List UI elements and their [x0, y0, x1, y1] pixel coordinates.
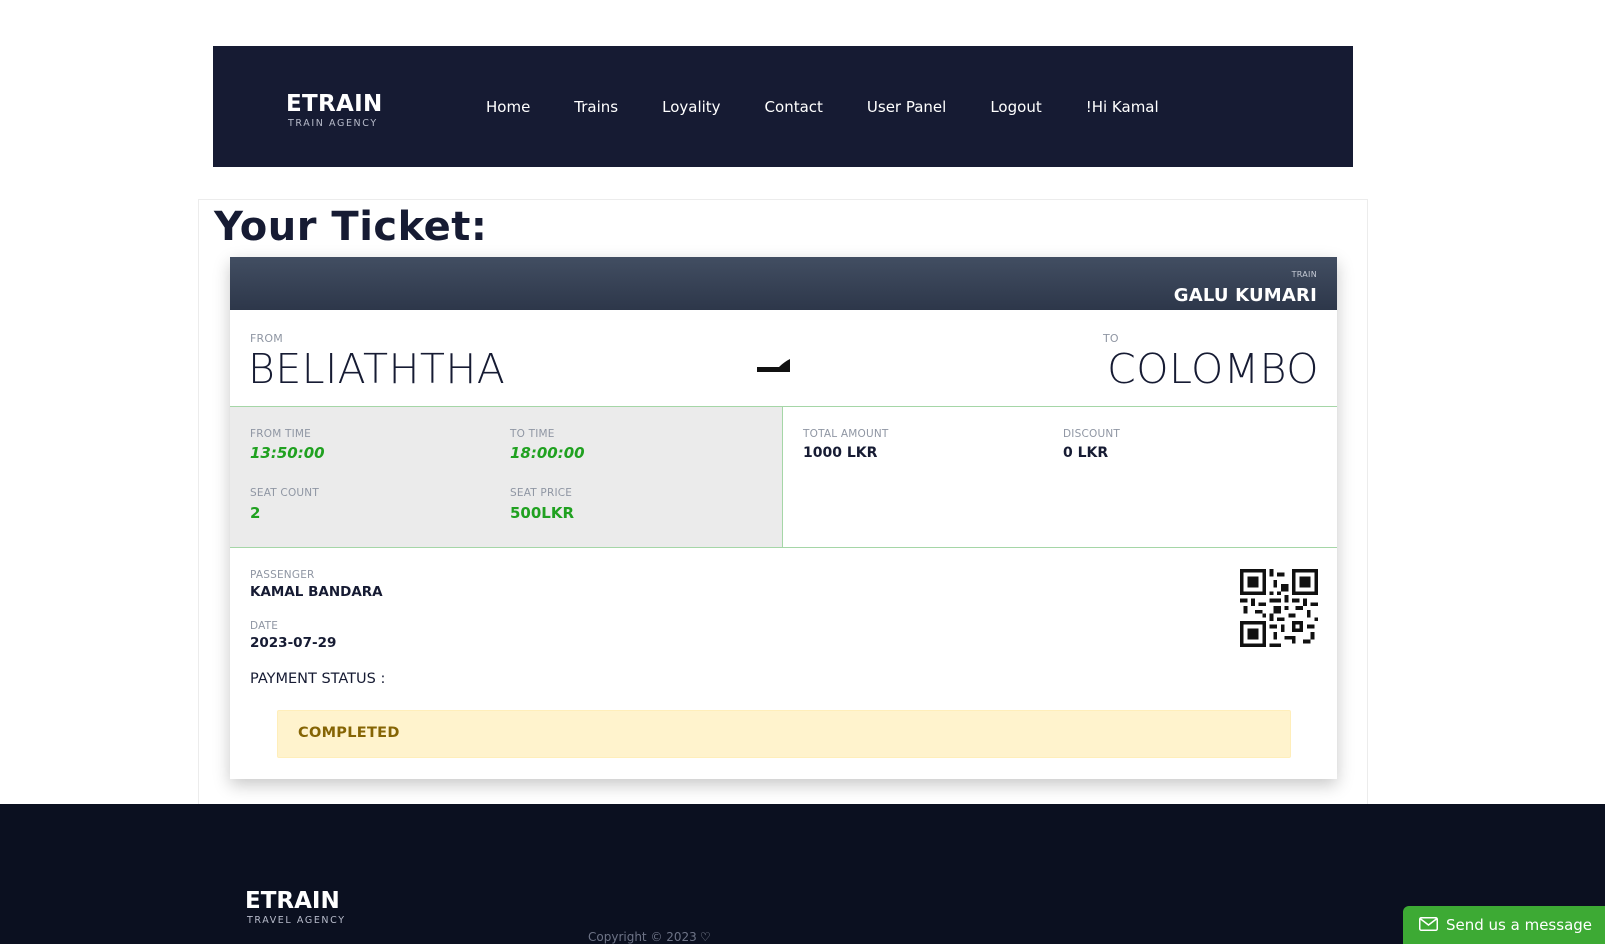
train-icon — [757, 359, 790, 372]
from-label: FROM — [250, 332, 283, 345]
from-time-field: FROM TIME 13:50:00 — [250, 428, 325, 462]
mail-icon — [1419, 917, 1438, 931]
nav-link-user-panel[interactable]: User Panel — [867, 98, 946, 122]
discount-value: 0 LKR — [1063, 445, 1109, 461]
nav-link-loyalty[interactable]: Loyality — [662, 98, 720, 122]
total-amount-field: TOTAL AMOUNT 1000 LKR — [803, 428, 889, 461]
payment-status-alert: COMPLETED — [277, 710, 1291, 758]
passenger-section: PASSENGER KAMAL BANDARA DATE 2023-07-29 … — [230, 547, 1337, 779]
payment-status-value: COMPLETED — [298, 725, 400, 741]
to-time-field: TO TIME 18:00:00 — [510, 428, 585, 462]
route-section: FROM BELIATHTHA TO COLOMBO — [230, 310, 1337, 406]
seat-count-field: SEAT COUNT 2 — [250, 487, 319, 522]
to-time-label: TO TIME — [510, 428, 555, 440]
train-label: TRAIN — [1291, 270, 1317, 279]
to-label: TO — [1103, 332, 1119, 345]
ticket-container: Your Ticket: TRAIN GALU KUMARI FROM BELI… — [198, 199, 1368, 807]
heart-icon: ♡ — [699, 930, 711, 944]
page-title: Your Ticket: — [214, 204, 488, 250]
total-amount-value: 1000 LKR — [803, 445, 878, 461]
ticket-card: TRAIN GALU KUMARI FROM BELIATHTHA TO COL… — [230, 257, 1337, 779]
top-navbar: ETRAIN TRAIN AGENCY Home Trains Loyality… — [213, 46, 1353, 167]
footer: ETRAIN TRAVEL AGENCY Copyright © 2023 ♡ — [0, 804, 1605, 944]
seat-count-value: 2 — [250, 504, 261, 522]
nav-link-trains[interactable]: Trains — [574, 98, 618, 122]
trip-details-left: FROM TIME 13:50:00 TO TIME 18:00:00 SEAT… — [230, 407, 783, 547]
from-time-value: 13:50:00 — [250, 444, 325, 462]
seat-count-label: SEAT COUNT — [250, 487, 319, 499]
passenger-field: PASSENGER KAMAL BANDARA — [250, 569, 383, 600]
date-label: DATE — [250, 620, 279, 632]
copyright-label: Copyright © 2023 — [588, 930, 697, 944]
nav-link-contact[interactable]: Contact — [765, 98, 823, 122]
copyright-text: Copyright © 2023 ♡ — [588, 930, 711, 944]
send-message-label: Send us a message — [1446, 916, 1593, 934]
nav-link-user-greeting[interactable]: !Hi Kamal — [1086, 98, 1159, 122]
to-station: COLOMBO — [1107, 345, 1319, 393]
ticket-header: TRAIN GALU KUMARI — [230, 257, 1337, 310]
send-message-button[interactable]: Send us a message — [1403, 906, 1605, 944]
brand-tagline: TRAIN AGENCY — [288, 118, 378, 129]
brand-name: ETRAIN — [286, 91, 383, 117]
footer-brand-name: ETRAIN — [245, 888, 340, 914]
discount-field: DISCOUNT 0 LKR — [1063, 428, 1120, 461]
train-name: GALU KUMARI — [1173, 285, 1317, 306]
to-time-value: 18:00:00 — [510, 444, 585, 462]
payment-status-label: PAYMENT STATUS : — [250, 671, 386, 687]
footer-brand-tagline: TRAVEL AGENCY — [247, 915, 346, 926]
passenger-name: KAMAL BANDARA — [250, 584, 383, 600]
qr-code-icon — [1240, 569, 1318, 647]
brand-logo[interactable]: ETRAIN TRAIN AGENCY — [286, 91, 383, 130]
date-field: DATE 2023-07-29 — [250, 620, 336, 651]
passenger-label: PASSENGER — [250, 569, 315, 581]
nav-link-logout[interactable]: Logout — [990, 98, 1041, 122]
total-amount-label: TOTAL AMOUNT — [803, 428, 889, 440]
from-station: BELIATHTHA — [248, 345, 506, 393]
trip-details-right: TOTAL AMOUNT 1000 LKR DISCOUNT 0 LKR — [783, 407, 1337, 547]
from-time-label: FROM TIME — [250, 428, 312, 440]
main-nav: Home Trains Loyality Contact User Panel … — [486, 98, 1203, 122]
footer-brand-logo[interactable]: ETRAIN TRAVEL AGENCY — [245, 888, 346, 927]
travel-date: 2023-07-29 — [250, 635, 337, 651]
nav-link-home[interactable]: Home — [486, 98, 530, 122]
seat-price-value: 500LKR — [510, 504, 575, 522]
seat-price-field: SEAT PRICE 500LKR — [510, 487, 574, 522]
trip-details: FROM TIME 13:50:00 TO TIME 18:00:00 SEAT… — [230, 406, 1337, 548]
discount-label: DISCOUNT — [1063, 428, 1120, 440]
seat-price-label: SEAT PRICE — [510, 487, 573, 499]
